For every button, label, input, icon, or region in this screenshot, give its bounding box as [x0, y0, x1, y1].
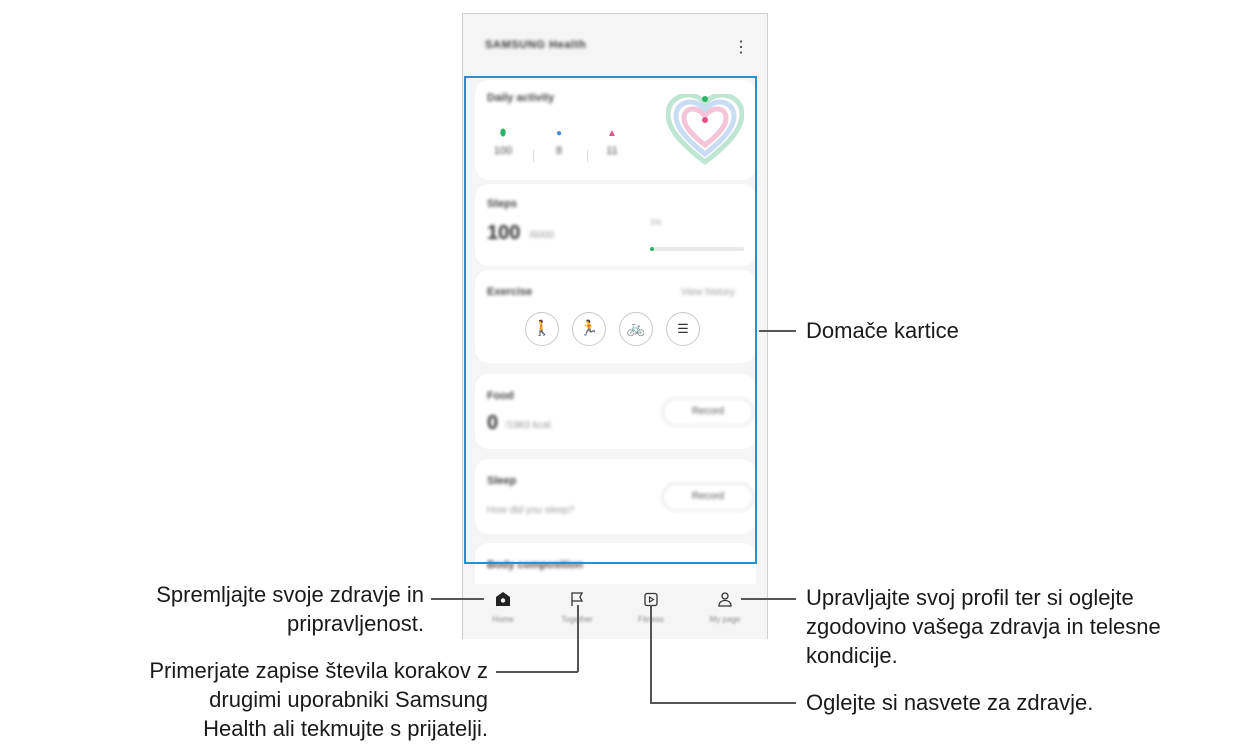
callout-line-home [431, 598, 484, 600]
callout-home-line-2: pripravljenost. [287, 611, 424, 636]
callout-home-line-1: Spremljajte svoje zdravje in [156, 582, 424, 607]
callout-my-page-line-2: zgodovino vašega zdravja in telesne [806, 614, 1161, 639]
callout-line-fitness [650, 605, 652, 703]
callout-line-together [577, 605, 579, 672]
callout-together-tab: Primerjate zapise števila korakov z drug… [149, 656, 488, 743]
callout-line-my-page [741, 598, 796, 600]
tab-home[interactable]: Home [475, 591, 531, 624]
bottom-navigation: Home Together Fitness My page [463, 584, 767, 639]
callout-together-line-3: Health ali tekmujte s prijatelji. [203, 716, 488, 741]
person-icon [697, 591, 753, 609]
callout-line-home-cards [759, 330, 796, 332]
callout-my-page-tab: Upravljajte svoj profil ter si oglejte z… [806, 583, 1161, 670]
callout-line-fitness-h [650, 702, 796, 704]
tab-home-label: Home [492, 615, 514, 624]
callout-my-page-line-1: Upravljajte svoj profil ter si oglejte [806, 585, 1134, 610]
more-options-icon[interactable]: ⋮ [733, 38, 749, 58]
home-icon [475, 591, 531, 609]
callout-together-line-2: drugimi uporabniki Samsung [209, 687, 488, 712]
app-bar: SAMSUNG Health ⋮ [463, 14, 767, 76]
callout-together-line-1: Primerjate zapise števila korakov z [149, 658, 488, 683]
tab-my-page[interactable]: My page [697, 591, 753, 624]
tab-my-page-label: My page [709, 615, 741, 624]
home-cards-highlight [464, 76, 757, 564]
app-title: SAMSUNG Health [485, 39, 587, 51]
callout-line-together-h [496, 671, 578, 673]
callout-fitness-tab: Oglejte si nasvete za zdravje. [806, 690, 1094, 715]
callout-home-tab: Spremljajte svoje zdravje in pripravljen… [156, 580, 424, 638]
callout-my-page-line-3: kondicije. [806, 643, 898, 668]
callout-home-cards: Domače kartice [806, 318, 959, 343]
